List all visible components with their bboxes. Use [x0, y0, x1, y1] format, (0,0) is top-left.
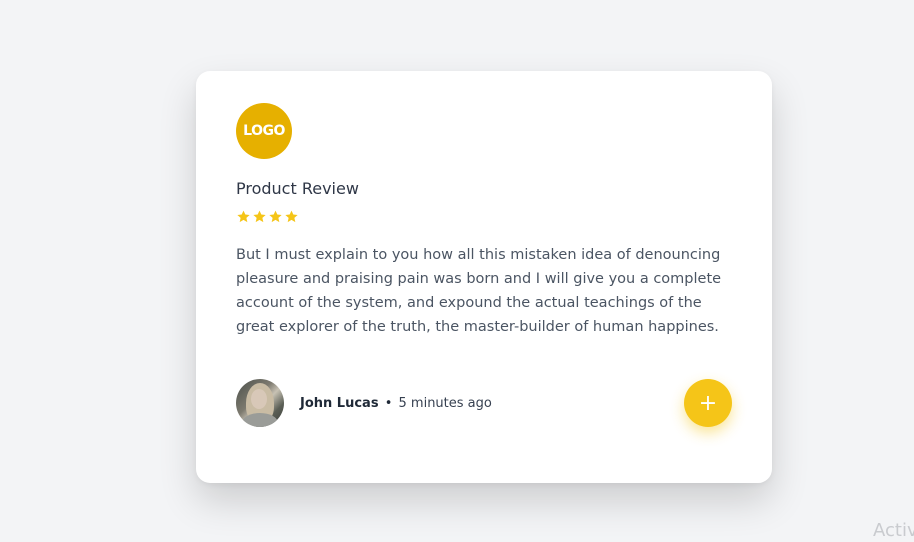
star-icon	[253, 210, 266, 223]
rating-stars	[236, 209, 299, 224]
avatar	[236, 379, 284, 427]
author-name: John Lucas	[300, 395, 379, 411]
logo: LOGO	[236, 103, 292, 159]
author-row: John Lucas • 5 minutes ago	[236, 379, 492, 427]
star-icon	[237, 210, 250, 223]
activation-watermark: Activ	[873, 520, 914, 541]
review-card: LOGO Product Review But I must explain t…	[196, 71, 772, 483]
star-icon	[269, 210, 282, 223]
star-icon	[285, 210, 298, 223]
author-meta: John Lucas • 5 minutes ago	[300, 396, 492, 411]
logo-text: LOGO	[243, 123, 285, 139]
post-time: 5 minutes ago	[398, 395, 492, 411]
review-body: But I must explain to you how all this m…	[236, 247, 722, 335]
add-button[interactable]: +	[684, 379, 732, 427]
plus-icon: +	[698, 390, 718, 416]
review-title: Product Review	[236, 179, 359, 198]
meta-separator: •	[384, 395, 393, 411]
